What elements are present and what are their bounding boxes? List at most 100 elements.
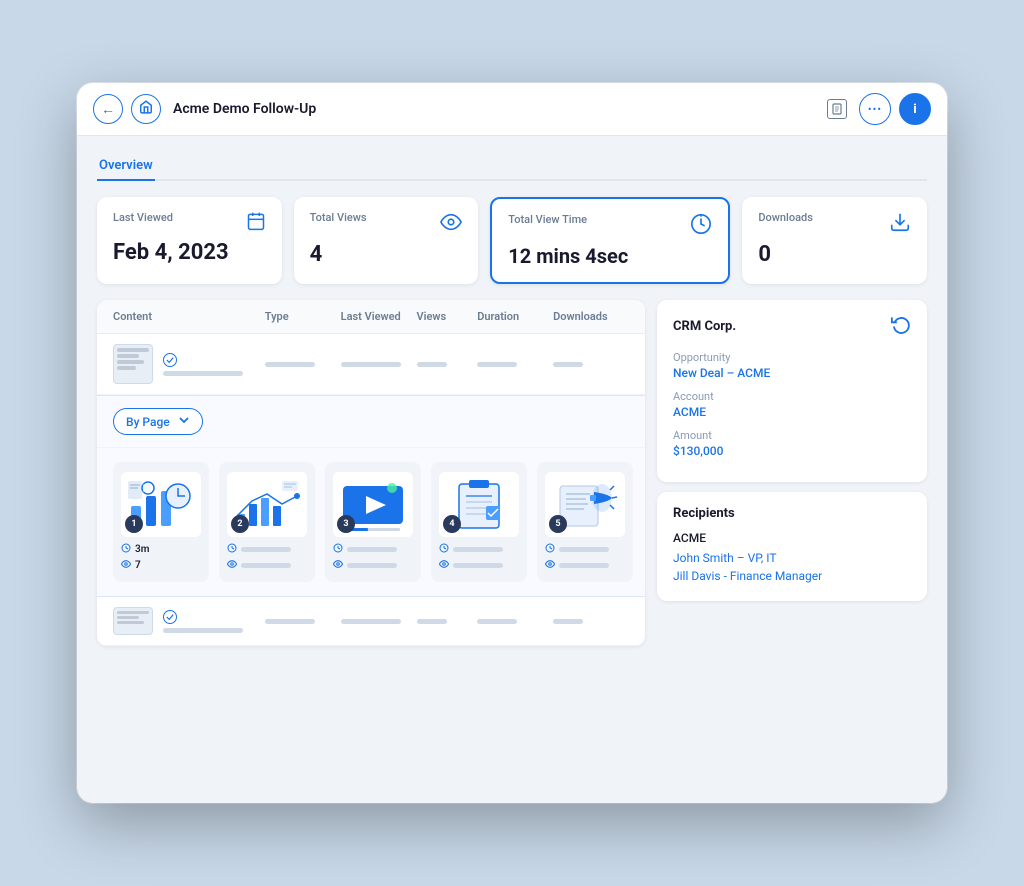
views-icon-2 [227, 559, 237, 572]
recipient-john-smith[interactable]: John Smith – VP, IT [673, 551, 911, 565]
duration-row-2 [227, 543, 307, 556]
views-bar-1 [417, 362, 447, 367]
thumb-preview-1 [113, 344, 153, 384]
table-row [97, 334, 645, 395]
by-page-label: By Page [126, 415, 170, 429]
main-window: ← Acme Demo Follow-Up •• [77, 83, 947, 803]
page-thumb-4[interactable]: 4 [431, 462, 527, 582]
thumbnails-grid: 1 3m [97, 448, 645, 596]
page-num-1: 1 [125, 515, 143, 533]
by-page-section: By Page [97, 396, 645, 448]
total-view-time-value: 12 mins 4sec [508, 244, 712, 268]
info-button[interactable]: i [899, 93, 931, 125]
content-panel: Content Type Last Viewed Views Duration … [97, 300, 645, 646]
tab-bar: Overview [97, 152, 927, 181]
home-icon [139, 100, 153, 118]
page-thumb-5[interactable]: 5 [537, 462, 633, 582]
account-value[interactable]: ACME [673, 405, 911, 419]
views-bar-t2 [417, 619, 447, 624]
timer-icon-1 [121, 543, 131, 556]
views-value-1: 7 [135, 560, 141, 571]
nav-buttons: ← [93, 94, 161, 124]
duration-bar-2 [241, 547, 291, 552]
page-thumb-2[interactable]: 2 [219, 462, 315, 582]
more-icon: ••• [868, 103, 882, 116]
amount-value: $130,000 [673, 444, 911, 458]
thumb-meta-1: 3m 7 [121, 543, 201, 572]
thumb-meta-3 [333, 543, 413, 572]
right-panels: CRM Corp. Opportunity New Deal – ACME [657, 300, 927, 646]
main-grid: Content Type Last Viewed Views Duration … [97, 300, 927, 646]
page-thumb-1[interactable]: 1 3m [113, 462, 209, 582]
type-bar-2 [265, 619, 315, 624]
total-view-time-label: Total View Time [508, 213, 587, 226]
check-icon-2 [163, 610, 177, 624]
thumb-meta-2 [227, 543, 307, 572]
duration-bar-1 [477, 362, 517, 367]
tab-other[interactable] [175, 161, 179, 173]
doc-icon [827, 99, 847, 119]
timer-icon-4 [439, 543, 449, 556]
recipients-panel: Recipients ACME John Smith – VP, IT Jill… [657, 492, 927, 601]
account-label: Account [673, 390, 911, 403]
page-num-4: 4 [443, 515, 461, 533]
recipient-jill-davis[interactable]: Jill Davis - Finance Manager [673, 569, 911, 583]
timer-icon-2 [227, 543, 237, 556]
info-icon: i [913, 102, 916, 117]
duration-bar-3 [347, 547, 397, 552]
crm-header: CRM Corp. [673, 314, 911, 339]
crm-panel: CRM Corp. Opportunity New Deal – ACME [657, 300, 927, 482]
thumb-visual-2: 2 [227, 472, 307, 537]
window-title: Acme Demo Follow-Up [173, 101, 815, 117]
col-views: Views [417, 310, 478, 323]
downloads-bar-t2 [553, 619, 583, 624]
page-num-3: 3 [337, 515, 355, 533]
duration-row-3 [333, 543, 413, 556]
col-duration: Duration [477, 310, 553, 323]
tab-overview[interactable]: Overview [97, 152, 155, 181]
more-button[interactable]: ••• [859, 93, 891, 125]
last-viewed-value: Feb 4, 2023 [113, 240, 266, 265]
crm-account-field: Account ACME [673, 390, 911, 419]
opportunity-value[interactable]: New Deal – ACME [673, 366, 911, 380]
crm-amount-field: Amount $130,000 [673, 429, 911, 458]
stat-total-view-time: Total View Time 12 mins 4sec [490, 197, 730, 284]
views-icon-3 [333, 559, 343, 572]
refresh-button[interactable] [891, 314, 911, 339]
page-num-2: 2 [231, 515, 249, 533]
col-last-viewed: Last Viewed [341, 310, 417, 323]
downloads-value: 0 [758, 242, 911, 267]
views-row-5 [545, 559, 625, 572]
col-content: Content [113, 310, 265, 323]
timer-icon-5 [545, 543, 555, 556]
amount-label: Amount [673, 429, 911, 442]
recipient-company: ACME [673, 531, 911, 545]
crm-opportunity-field: Opportunity New Deal – ACME [673, 351, 911, 380]
back-button[interactable]: ← [93, 94, 123, 124]
col-type: Type [265, 310, 341, 323]
back-icon: ← [101, 101, 115, 118]
by-page-dropdown[interactable]: By Page [113, 408, 203, 435]
content-area: Overview Last Viewed Feb 4 [77, 136, 947, 662]
table-header: Content Type Last Viewed Views Duration … [97, 300, 645, 334]
table-row-2 [97, 597, 645, 646]
views-bar-5 [559, 563, 609, 568]
thumb-meta-5 [545, 543, 625, 572]
thumb-visual-3: 3 [333, 472, 413, 537]
views-row-4 [439, 559, 519, 572]
duration-bar-4 [453, 547, 503, 552]
crm-title: CRM Corp. [673, 319, 736, 334]
titlebar-actions: ••• i [859, 93, 931, 125]
page-thumb-3[interactable]: 3 [325, 462, 421, 582]
home-button[interactable] [131, 94, 161, 124]
stat-last-viewed: Last Viewed Feb 4, 2023 [97, 197, 282, 284]
thumb-info-2 [163, 610, 243, 633]
opportunity-label: Opportunity [673, 351, 911, 364]
last-viewed-bar-2 [341, 619, 401, 624]
downloads-label: Downloads [758, 211, 813, 224]
duration-value-1: 3m [135, 544, 149, 555]
duration-row-4 [439, 543, 519, 556]
expanded-section: By Page [97, 395, 645, 597]
calendar-icon [246, 211, 266, 236]
chevron-down-icon [178, 414, 190, 429]
